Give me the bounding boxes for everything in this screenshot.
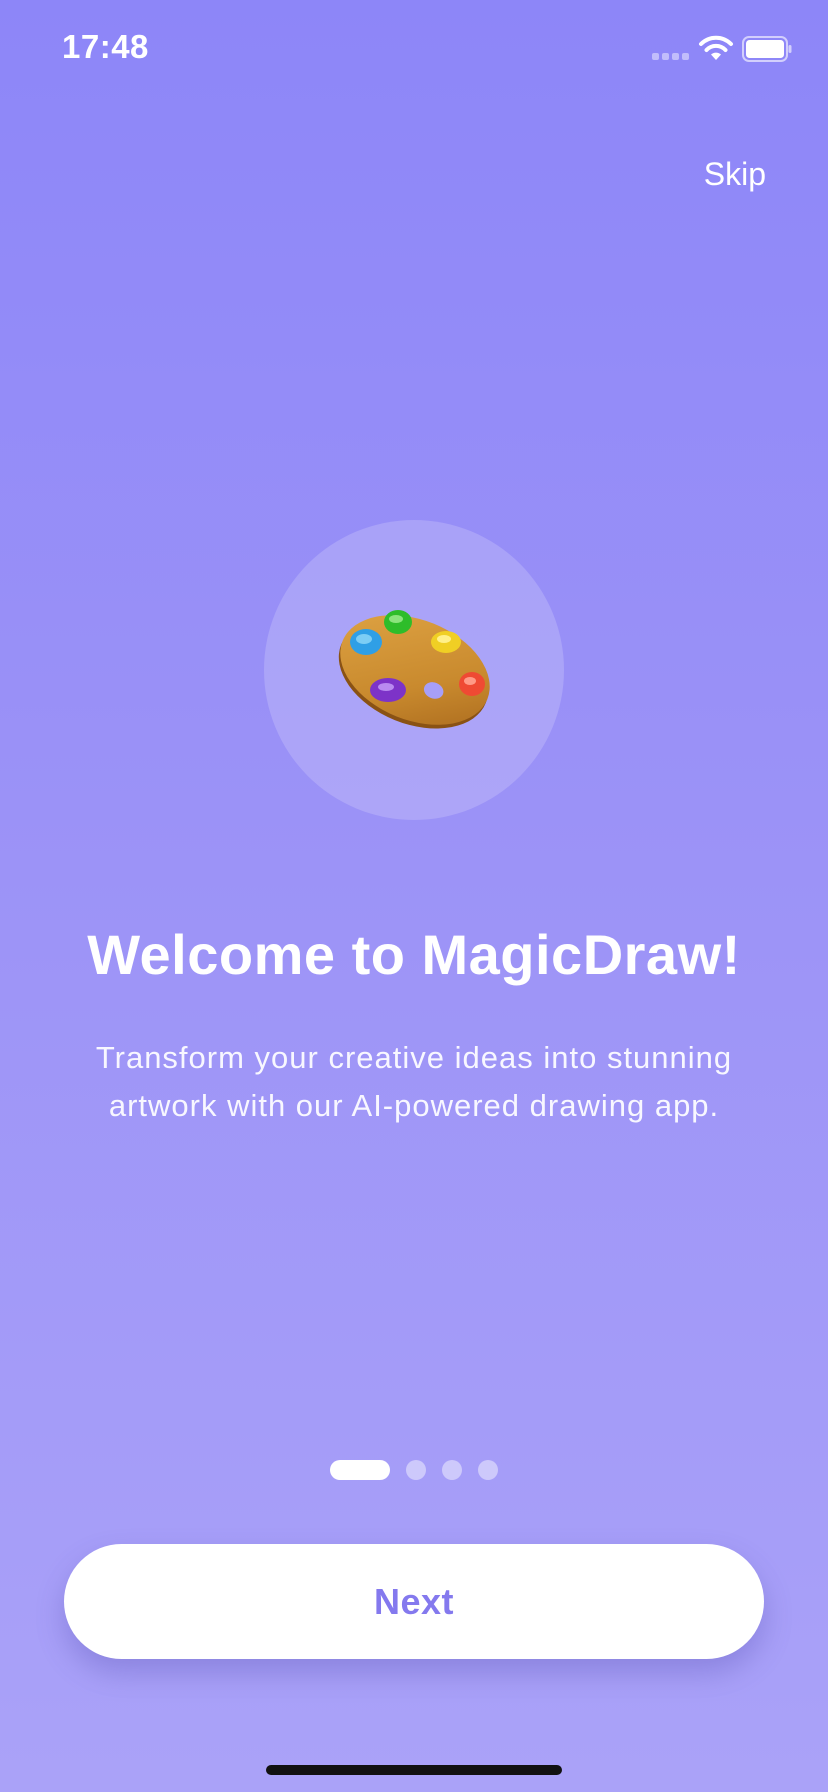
page-dot-2[interactable] bbox=[406, 1460, 426, 1480]
page-dot-1-active[interactable] bbox=[330, 1460, 390, 1480]
skip-button[interactable]: Skip bbox=[704, 156, 766, 193]
status-time: 17:48 bbox=[62, 28, 149, 65]
artist-palette-icon bbox=[338, 610, 490, 729]
description-line-2: artwork with our AI-powered drawing app. bbox=[108, 1088, 720, 1123]
home-indicator[interactable] bbox=[266, 1765, 562, 1775]
welcome-title: Welcome to MagicDraw! bbox=[87, 923, 741, 986]
next-button-label: Next bbox=[373, 1580, 455, 1622]
welcome-description: Transform your creative ideas into stunn… bbox=[60, 1034, 768, 1130]
battery-icon bbox=[742, 36, 792, 62]
page-indicator bbox=[0, 1460, 828, 1480]
onboarding-screen: 17:48 Skip Welcome to MagicDraw! Transfo… bbox=[0, 0, 828, 1792]
page-dot-4[interactable] bbox=[478, 1460, 498, 1480]
description-line-1: Transform your creative ideas into stunn… bbox=[95, 1040, 733, 1075]
status-bar: 17:48 bbox=[0, 0, 828, 100]
next-button[interactable]: Next bbox=[64, 1544, 764, 1659]
page-dot-3[interactable] bbox=[442, 1460, 462, 1480]
wifi-icon bbox=[699, 35, 733, 60]
cellular-signal-icon bbox=[652, 53, 689, 60]
